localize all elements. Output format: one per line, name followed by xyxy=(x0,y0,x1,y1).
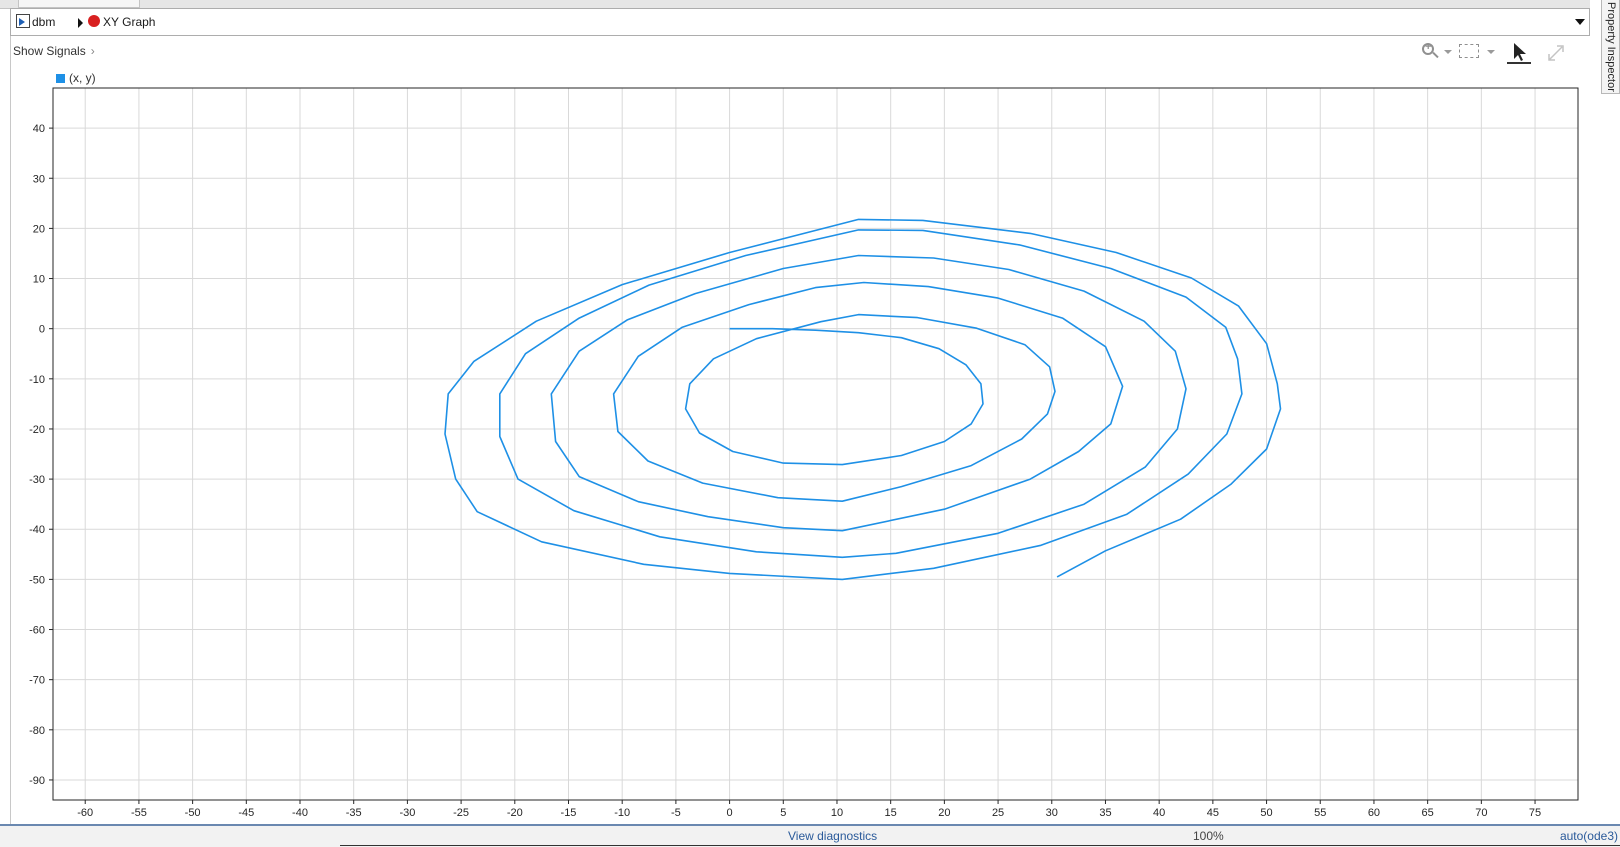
property-inspector-tab[interactable]: Property Inspector xyxy=(1601,0,1620,94)
y-tick-label: -60 xyxy=(29,625,45,637)
x-tick-label: 40 xyxy=(1153,807,1165,819)
plot-area[interactable] xyxy=(52,87,1579,801)
document-tab[interactable] xyxy=(18,0,140,8)
x-tick-label: -30 xyxy=(399,807,415,819)
expand-icon[interactable] xyxy=(1545,40,1567,64)
y-tick-label: -30 xyxy=(29,474,45,486)
x-tick-label: 5 xyxy=(780,807,786,819)
breadcrumb-dropdown-icon[interactable] xyxy=(1575,19,1585,25)
zoom-level: 100% xyxy=(1193,829,1224,843)
y-tick-label: 20 xyxy=(33,223,45,235)
x-tick-label: 50 xyxy=(1260,807,1272,819)
chevron-right-icon: › xyxy=(90,44,95,58)
fit-dropdown-icon[interactable] xyxy=(1487,50,1495,54)
x-tick-label: -5 xyxy=(671,807,681,819)
x-tick-label: 35 xyxy=(1099,807,1111,819)
legend-label: (x, y) xyxy=(69,71,96,85)
x-tick-label: 0 xyxy=(727,807,733,819)
left-frame-border xyxy=(10,36,11,824)
breadcrumb-model[interactable]: dbm xyxy=(32,15,55,29)
zoom-icon[interactable] xyxy=(1420,40,1454,64)
x-tick-label: 20 xyxy=(938,807,950,819)
x-tick-label: 45 xyxy=(1207,807,1219,819)
x-tick-label: 60 xyxy=(1368,807,1380,819)
y-tick-label: 40 xyxy=(33,123,45,135)
x-tick-label: -60 xyxy=(77,807,93,819)
breadcrumb-block[interactable]: XY Graph xyxy=(103,15,155,29)
x-tick-label: -10 xyxy=(614,807,630,819)
x-tick-label: 65 xyxy=(1422,807,1434,819)
y-tick-label: -10 xyxy=(29,374,45,386)
y-tick-label: -40 xyxy=(29,524,45,536)
plot-legend: (x, y) xyxy=(56,71,96,85)
x-tick-label: 10 xyxy=(831,807,843,819)
legend-swatch xyxy=(56,74,65,83)
show-signals-button[interactable]: Show Signals › xyxy=(13,44,95,58)
x-tick-label: 25 xyxy=(992,807,1004,819)
breadcrumb-separator-icon xyxy=(78,18,83,28)
status-divider xyxy=(340,845,1620,846)
x-tick-label: -40 xyxy=(292,807,308,819)
y-tick-label: 10 xyxy=(33,274,45,286)
x-tick-label: -55 xyxy=(131,807,147,819)
x-tick-label: -50 xyxy=(185,807,201,819)
y-tick-label: 0 xyxy=(39,324,45,336)
x-tick-label: 55 xyxy=(1314,807,1326,819)
solver-status[interactable]: auto(ode3) xyxy=(1560,829,1618,843)
xy-plot: 403020100-10-20-30-40-50-60-70-80-90 -60… xyxy=(29,87,1579,819)
x-tick-label: -20 xyxy=(507,807,523,819)
x-tick-label: -15 xyxy=(561,807,577,819)
view-diagnostics-link[interactable]: View diagnostics xyxy=(788,829,877,843)
xy-graph-block-icon xyxy=(88,15,100,27)
y-tick-label: 30 xyxy=(33,173,45,185)
x-tick-label: 30 xyxy=(1046,807,1058,819)
fit-to-view-icon[interactable] xyxy=(1459,40,1499,64)
model-icon xyxy=(16,14,30,28)
show-signals-label: Show Signals xyxy=(13,44,86,58)
x-tick-label: -35 xyxy=(346,807,362,819)
zoom-dropdown-icon[interactable] xyxy=(1444,50,1452,54)
x-tick-label: 75 xyxy=(1529,807,1541,819)
breadcrumb: dbm XY Graph xyxy=(10,8,1590,36)
property-inspector-label: Property Inspector xyxy=(1605,2,1617,92)
y-tick-label: -20 xyxy=(29,424,45,436)
x-axis-ticks: -60 -55 -50 -45 -40 -35 -30 -25 -20 -15 -10 -5 0 5 10 1… xyxy=(77,800,1541,819)
y-tick-label: -70 xyxy=(29,675,45,687)
x-tick-label: -45 xyxy=(238,807,254,819)
cursor-icon[interactable] xyxy=(1507,40,1535,64)
y-tick-label: -90 xyxy=(29,775,45,787)
x-tick-label: -25 xyxy=(453,807,469,819)
y-tick-label: -80 xyxy=(29,725,45,737)
status-bar: View diagnostics 100% auto(ode3) xyxy=(0,826,1620,847)
y-axis-ticks: 40 30 20 10 0 -10 -20 -30 -40 -50 -60 -70 -80 -90 xyxy=(29,123,53,787)
x-tick-label: 15 xyxy=(885,807,897,819)
y-tick-label: -50 xyxy=(29,574,45,586)
x-tick-label: 70 xyxy=(1475,807,1487,819)
